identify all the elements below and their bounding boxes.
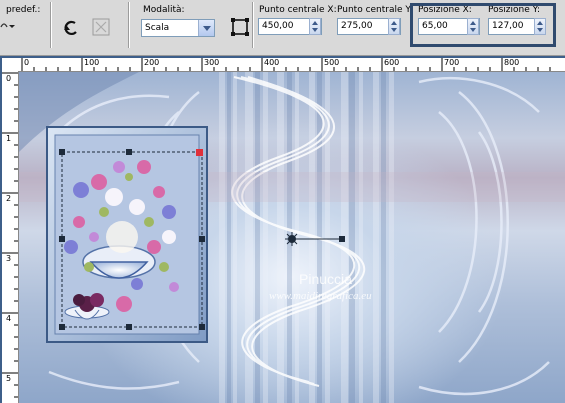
ruler-tick-label: 0: [6, 74, 12, 83]
preset-dropdown[interactable]: [0, 20, 16, 34]
reset-button[interactable]: [60, 16, 82, 38]
document-image[interactable]: Pinuccia www.maidiregrafica.eu: [19, 72, 565, 403]
ruler-vertical: 0 1 2 3 4 5: [2, 71, 19, 403]
spin-up-icon[interactable]: [312, 21, 318, 25]
reset-icon: [64, 20, 77, 35]
ruler-tick-label: 700: [444, 58, 460, 67]
position-fields-highlight: [410, 3, 556, 47]
center-y-spinner[interactable]: [388, 18, 400, 35]
chevron-down-icon[interactable]: [198, 20, 214, 36]
ruler-horizontal: 0 100 200 300 400 500 600 700 800: [18, 58, 565, 72]
ruler-tick-label: 600: [384, 58, 400, 67]
tool-options-toolbar: predef.: Modalità: Scala Punto centrale …: [0, 0, 565, 56]
spin-down-icon[interactable]: [312, 28, 318, 32]
ruler-tick-label: 200: [144, 58, 160, 67]
ruler-tick-label: 1: [6, 134, 12, 143]
mode-label: Modalità:: [143, 5, 185, 15]
center-pick-icon: [231, 18, 249, 36]
ruler-vertical-ticks: [2, 72, 18, 398]
center-x-spinner[interactable]: [309, 18, 321, 35]
watermark-url: www.maidiregrafica.eu: [269, 290, 372, 302]
center-pick-button[interactable]: [230, 17, 252, 39]
mode-select[interactable]: Scala: [141, 19, 215, 37]
spin-down-icon[interactable]: [391, 28, 397, 32]
ruler-tick-label: 4: [6, 314, 12, 323]
ruler-tick-label: 300: [204, 58, 220, 67]
ruler-tick-label: 0: [24, 58, 30, 67]
ruler-tick-label: 100: [84, 58, 100, 67]
ruler-tick-label: 500: [324, 58, 340, 67]
ruler-tick-label: 3: [6, 254, 12, 263]
ruler-tick-label: 5: [6, 374, 12, 383]
preset-label: predef.:: [6, 5, 41, 15]
ruler-corner: [2, 58, 19, 72]
ruler-horizontal-ticks: [21, 58, 551, 71]
apply-icon: [92, 18, 110, 36]
ruler-tick-label: 400: [264, 58, 280, 67]
center-x-label: Punto centrale X:: [259, 5, 337, 15]
ruler-tick-label: 800: [504, 58, 520, 67]
apply-button[interactable]: [90, 16, 112, 38]
background-artwork: Pinuccia www.maidiregrafica.eu: [19, 72, 565, 403]
ruler-tick-label: 2: [6, 194, 12, 203]
spin-up-icon[interactable]: [391, 21, 397, 25]
mode-value: Scala: [145, 23, 170, 33]
center-y-label: Punto centrale Y:: [337, 5, 413, 15]
preset-dropdown-icon: [0, 23, 15, 28]
watermark-name: Pinuccia: [299, 271, 352, 287]
